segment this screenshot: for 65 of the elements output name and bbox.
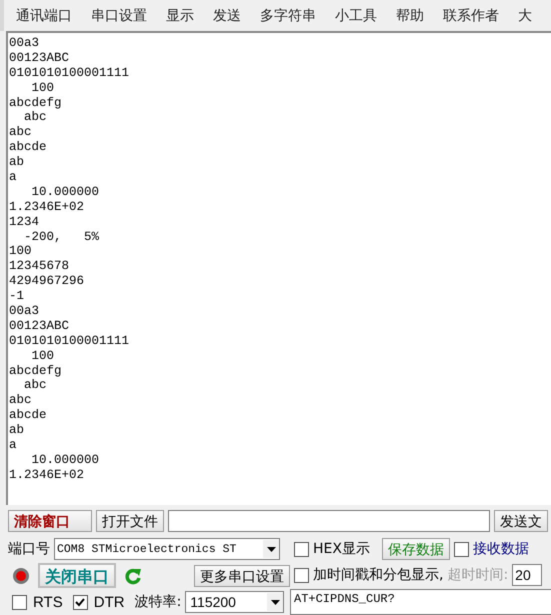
port-label: 端口号: [8, 540, 50, 558]
clear-window-button[interactable]: 清除窗口: [8, 510, 92, 532]
log-line: abcde: [9, 140, 48, 156]
menu-item[interactable]: 显示: [166, 6, 194, 24]
log-line: 100: [30, 348, 56, 364]
checkbox-label: DTR: [94, 594, 125, 610]
log-line: 10.000000: [30, 184, 100, 200]
log-line: 1.2346E+02: [9, 200, 86, 215]
dropdown-arrow-icon: [266, 546, 276, 552]
timestamp-label: 加时间戳和分包显示,: [313, 566, 444, 584]
dropdown-arrow-icon: [270, 600, 280, 604]
menu-item[interactable]: 多字符串: [260, 6, 316, 24]
log-line: a: [9, 170, 18, 185]
checkbox[interactable]: [72, 594, 88, 610]
log-line: abc: [9, 393, 33, 408]
timeout-label: 超时时间:: [447, 566, 508, 584]
file-path-field[interactable]: [168, 510, 490, 532]
hex-display-label: HEX显示: [313, 540, 370, 558]
log-line: abc: [9, 125, 33, 140]
log-line: abc: [23, 378, 48, 394]
menu-item[interactable]: 帮助: [396, 6, 424, 24]
checkbox[interactable]: [12, 594, 27, 610]
checkbox[interactable]: [454, 542, 469, 556]
menu-item[interactable]: 小工具: [335, 6, 377, 24]
menu-item[interactable]: 通讯端口: [16, 6, 72, 24]
baud-rate-label: 波特率:: [134, 593, 182, 611]
log-line: 12345678: [9, 259, 70, 274]
log-line: 00123ABC: [9, 50, 70, 66]
log-line: 100: [9, 244, 33, 260]
checkbox[interactable]: [294, 542, 309, 556]
send-text-field[interactable]: AT+CIPDNS_CUR?: [290, 589, 551, 615]
log-line: 0101010100001111: [9, 334, 130, 349]
baud-rate-dropdown[interactable]: 115200: [185, 591, 284, 613]
log-line: abcdefg: [9, 364, 63, 378]
log-line: 00123ABC: [9, 318, 70, 334]
log-line: 1.2346E+02: [9, 468, 86, 483]
log-line: abcde: [9, 408, 48, 424]
menu-item[interactable]: 联系作者: [443, 6, 499, 24]
open-file-button[interactable]: 打开文件: [96, 510, 164, 532]
log-line: 100: [30, 80, 56, 96]
menu-item[interactable]: 发送: [213, 6, 241, 24]
receive-to-file-label: 接收数据: [472, 540, 529, 558]
log-line: a: [9, 438, 18, 453]
send-file-button[interactable]: 发送文: [494, 510, 548, 532]
checkbox[interactable]: [294, 568, 309, 582]
port-dropdown[interactable]: COM8 STMicroelectronics ST: [54, 538, 280, 560]
log-line: 1234: [9, 214, 40, 230]
menu-item[interactable]: 大: [518, 6, 532, 24]
more-settings-button[interactable]: 更多串口设置: [194, 564, 290, 586]
checkbox-label: RTS: [33, 594, 63, 610]
close-port-button[interactable]: 关闭串口: [38, 563, 116, 588]
log-line: 10.000000: [30, 452, 100, 468]
log-line: -200, 5%: [23, 230, 100, 244]
timeout-field[interactable]: 20: [512, 564, 542, 586]
log-line: 00a3: [9, 36, 40, 51]
log-line: ab: [9, 423, 26, 438]
log-line: ab: [9, 155, 26, 170]
log-line: 4294967296: [9, 274, 86, 290]
menu-item[interactable]: 串口设置: [91, 6, 147, 24]
log-line: abcdefg: [9, 96, 63, 110]
save-data-button[interactable]: 保存数据: [382, 538, 450, 560]
log-line: 00a3: [9, 304, 40, 319]
log-line: 0101010100001111: [9, 66, 130, 81]
log-line: abc: [23, 110, 48, 126]
log-line: -1: [9, 289, 26, 304]
